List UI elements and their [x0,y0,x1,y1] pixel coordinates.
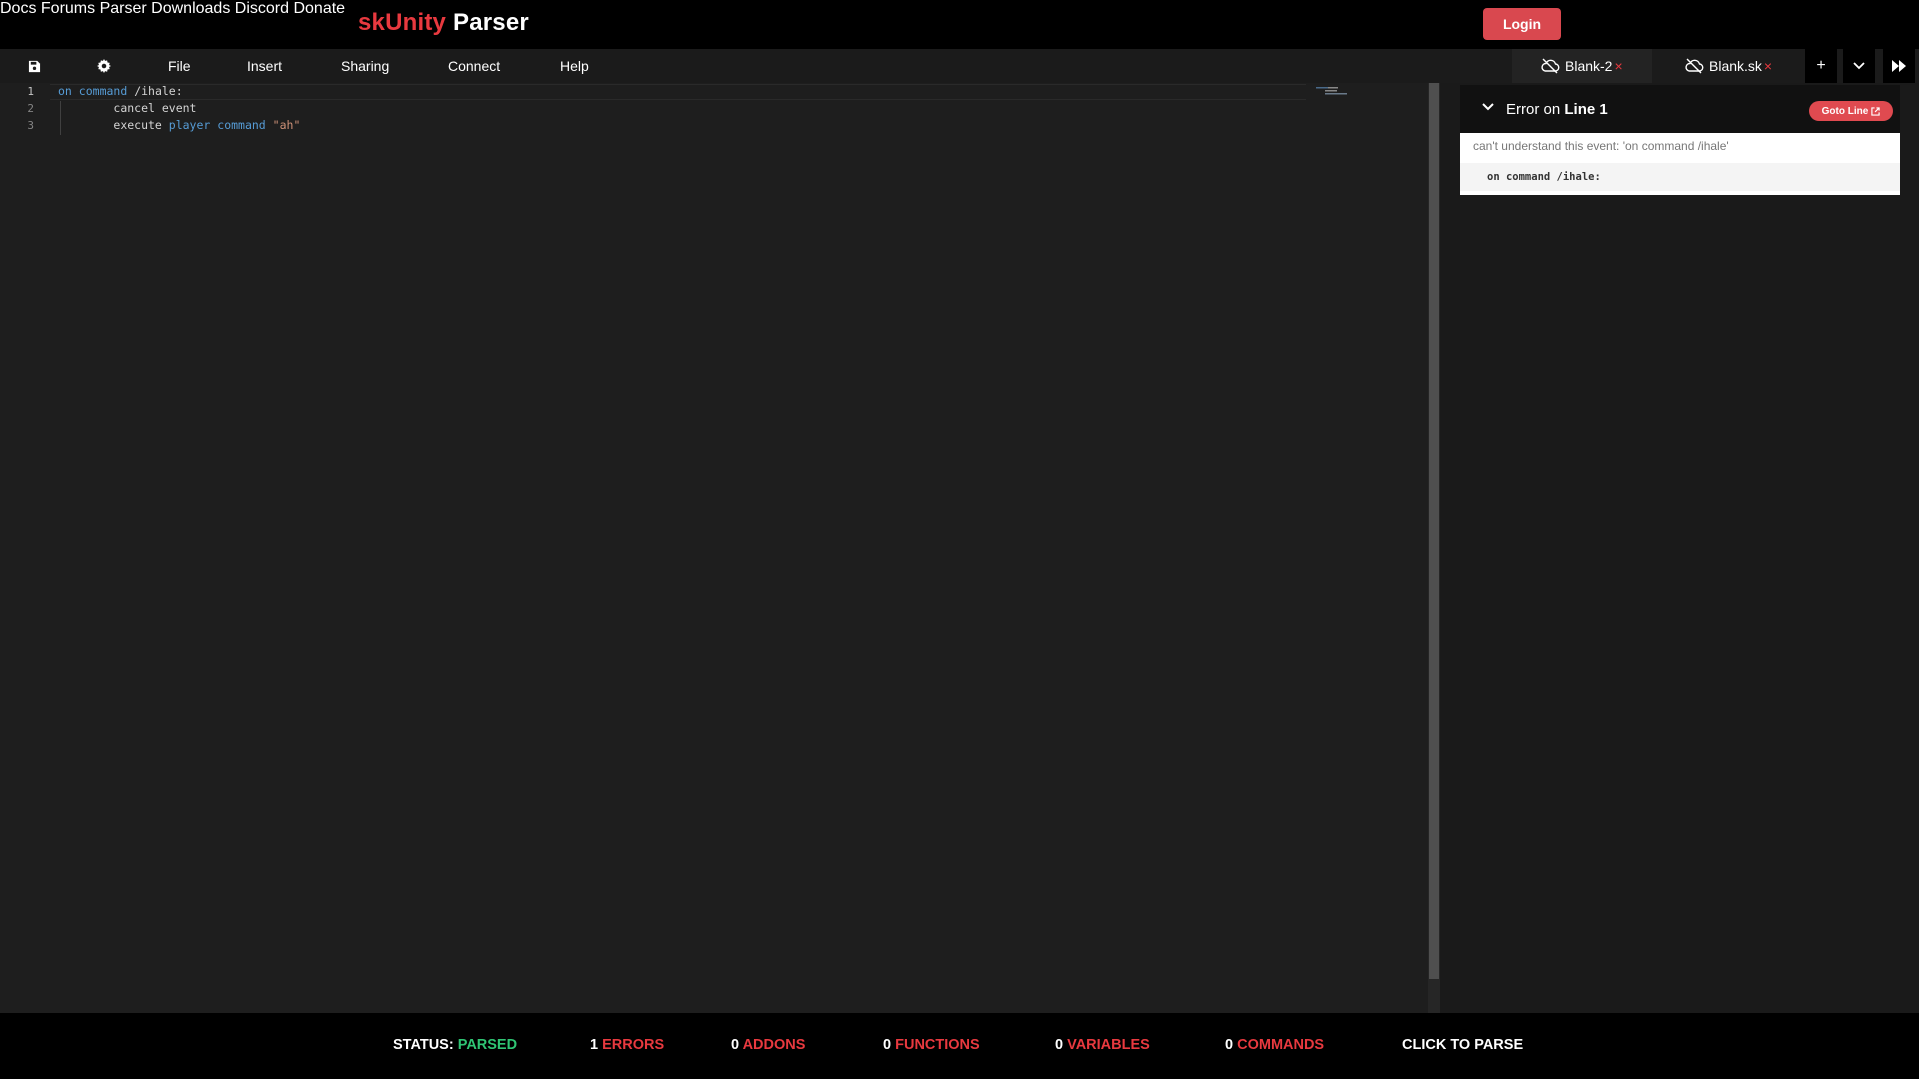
nav-donate[interactable]: Donate [293,0,345,17]
error-message: can't understand this event: 'on command… [1473,139,1729,153]
tab-dropdown-button[interactable] [1843,49,1875,83]
line-number: 1 [27,85,34,98]
error-panel: Error on Line 1 Goto Line can't understa… [1460,83,1919,1013]
functions-count: 0 [883,1037,892,1053]
commands-counter[interactable]: 0 COMMANDS [1225,1037,1324,1053]
menu-insert[interactable]: Insert [247,58,282,74]
top-navbar: skUnity Parser Docs Forums Parser Downlo… [0,0,1919,49]
gear-icon[interactable] [95,57,113,75]
line-number: 2 [27,102,34,115]
errors-counter[interactable]: 1 ERRORS [590,1037,664,1053]
error-card-body: can't understand this event: 'on command… [1460,133,1900,195]
addons-count: 0 [731,1037,740,1053]
line-gutter: 1 2 3 [0,83,50,1013]
save-icon[interactable] [25,57,43,75]
error-code-snippet: on command /ihale: [1460,163,1900,191]
code-token: /ihale: [127,84,183,98]
goto-line-button[interactable]: Goto Line [1809,101,1893,121]
tab-blank-2[interactable]: Blank-2 × [1512,49,1652,83]
variables-count: 0 [1055,1037,1064,1053]
menu-sharing[interactable]: Sharing [341,58,389,74]
nav-downloads[interactable]: Downloads [151,0,230,17]
functions-label: FUNCTIONS [895,1037,980,1053]
tab-close-icon[interactable]: × [1614,58,1622,74]
error-card-header[interactable]: Error on Line 1 Goto Line [1460,85,1900,133]
parse-label: CLICK TO PARSE [1402,1037,1524,1053]
variables-label: VARIABLES [1067,1037,1150,1053]
panel-divider[interactable] [1440,83,1460,1013]
addons-counter[interactable]: 0 ADDONS [731,1037,805,1053]
chevron-down-icon[interactable] [1482,103,1494,111]
nav-docs[interactable]: Docs [0,0,36,17]
tab-blank-sk[interactable]: Blank.sk × [1652,49,1800,83]
code-token: player [168,118,211,132]
add-tab-button[interactable]: + [1805,49,1837,83]
login-button[interactable]: Login [1483,8,1561,40]
code-token: command [78,84,128,98]
commands-count: 0 [1225,1037,1234,1053]
status-indicator: STATUS: PARSED [393,1037,517,1053]
code-token: execute [113,118,169,132]
nav-discord[interactable]: Discord [235,0,289,17]
menu-connect[interactable]: Connect [448,58,500,74]
addons-label: ADDONS [742,1037,806,1053]
chevron-down-icon [1853,62,1865,70]
commands-label: COMMANDS [1237,1037,1325,1053]
minimap[interactable] [1316,83,1352,95]
current-line-highlight [50,84,1306,100]
tab-label: Blank.sk [1709,58,1762,74]
fast-forward-icon [1892,60,1906,72]
external-link-icon [1871,106,1881,116]
code-token: "ah" [272,118,301,132]
functions-counter[interactable]: 0 FUNCTIONS [883,1037,980,1053]
error-card: Error on Line 1 Goto Line can't understa… [1460,85,1900,195]
goto-line-label: Goto Line [1821,105,1869,117]
menu-file[interactable]: File [168,58,191,74]
code-editor[interactable]: 1 2 3 on command /ihale: cancel event ex… [0,83,1428,1013]
error-code-text: on command /ihale: [1487,171,1601,183]
cloud-off-icon [1541,58,1560,74]
click-to-parse-button[interactable]: CLICK TO PARSE [1402,1037,1523,1053]
brand-part2: Parser [452,9,529,36]
errors-label: ERRORS [602,1037,665,1053]
error-title: Error on Line 1 [1506,101,1608,118]
error-title-prefix: Error on [1506,101,1565,118]
menu-bar: File Insert Sharing Connect Help Blank-2… [0,49,1919,83]
line-number: 3 [27,119,34,132]
tab-close-icon[interactable]: × [1764,58,1772,74]
brand-logo[interactable]: skUnity Parser [358,9,529,37]
cloud-off-icon [1685,58,1704,74]
status-bar: STATUS: PARSED 1 ERRORS 0 ADDONS 0 FUNCT… [0,1013,1919,1079]
variables-counter[interactable]: 0 VARIABLES [1055,1037,1150,1053]
errors-count: 1 [590,1037,599,1053]
status-value: PARSED [457,1037,518,1053]
code-token: command [217,118,266,132]
code-line[interactable]: on command /ihale: [58,84,183,98]
nav-forums[interactable]: Forums [41,0,95,17]
code-token: cancel event [113,101,197,115]
brand-part1: skUnity [358,9,447,36]
editor-scrollbar-thumb[interactable] [1429,83,1439,979]
error-title-line: Line 1 [1564,101,1608,118]
tab-label: Blank-2 [1565,58,1613,74]
code-line[interactable]: execute player command "ah" [58,118,300,132]
nav-parser[interactable]: Parser [100,0,147,17]
status-label: STATUS: [393,1037,454,1053]
menu-help[interactable]: Help [560,58,589,74]
collapse-panel-button[interactable] [1883,49,1915,83]
code-line[interactable]: cancel event [58,101,196,115]
code-token: on [58,84,72,98]
